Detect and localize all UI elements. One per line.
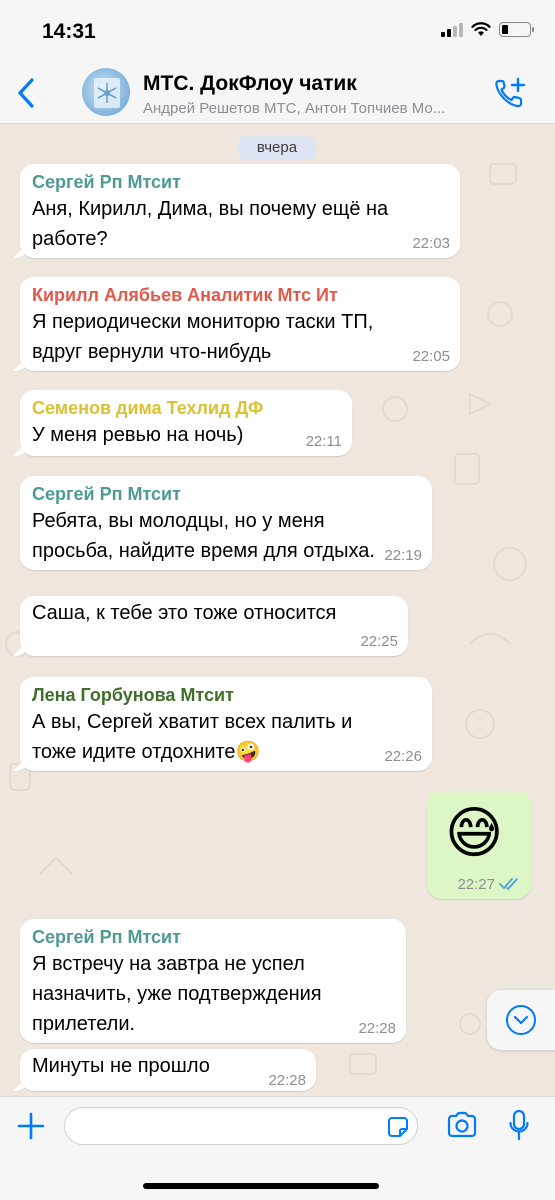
message-time: 22:28 [358,1020,396,1037]
sticker-icon [388,1117,408,1137]
chevron-down-circle-icon [506,1005,536,1035]
chat-title[interactable]: МТС. ДокФлоу чатик [143,72,357,96]
message-bubble[interactable]: Семенов дима Техлид ДФ У меня ревью на н… [20,390,352,456]
message-text: Саша, к тебе это тоже относится [32,602,337,624]
wifi-icon [471,22,491,36]
message-text: У меня ревью на ночь) [32,424,244,446]
scroll-to-bottom-button[interactable] [487,990,555,1050]
message-emoji: 😅 [445,801,504,864]
home-indicator[interactable] [143,1183,379,1189]
message-bubble-outgoing[interactable]: 😅 22:27 [427,791,531,899]
back-button[interactable] [14,76,40,110]
message-sender[interactable]: Сергей Рп Мтсит [32,927,181,948]
message-sender[interactable]: Сергей Рп Мтсит [32,484,181,505]
message-bubble[interactable]: Сергей Рп Мтсит Аня, Кирилл, Дима, вы по… [20,164,460,258]
date-divider: вчера [238,136,316,160]
message-bubble[interactable]: Минуты не прошло 22:28 [20,1049,316,1091]
message-time: 22:27 [457,876,495,893]
message-input-bar [0,1096,555,1200]
chat-area[interactable]: вчера Сергей Рп Мтсит Аня, Кирилл, Дима,… [0,124,555,1096]
camera-button[interactable] [446,1111,478,1139]
message-text: А вы, Сергей хватит всех палить и тоже и… [32,711,353,763]
message-bubble[interactable]: Сергей Рп Мтсит Ребята, вы молодцы, но у… [20,476,432,570]
message-text: Я встречу на завтра не успел назначить, … [32,953,322,1035]
status-bar: 14:31 [0,0,555,62]
camera-icon [447,1111,477,1138]
phone-plus-icon [495,77,526,108]
message-time: 22:03 [412,235,450,252]
status-icons [441,22,534,37]
message-time: 22:05 [412,348,450,365]
message-time: 22:25 [360,633,398,650]
chevron-left-icon [18,78,34,108]
message-time: 22:11 [305,433,342,450]
status-time: 14:31 [42,20,96,43]
message-text: Ребята, вы молодцы, но у меня просьба, н… [32,510,375,562]
add-call-button[interactable] [493,76,527,110]
battery-icon [499,22,534,37]
group-avatar[interactable] [82,68,130,116]
chat-members[interactable]: Андрей Решетов МТС, Антон Топчиев Мо... [143,100,483,117]
message-bubble[interactable]: Лена Горбунова Мтсит А вы, Сергей хватит… [20,677,432,771]
message-sender[interactable]: Кирилл Алябьев Аналитик Мтс Ит [32,285,338,306]
microphone-button[interactable] [509,1109,529,1141]
message-time: 22:28 [268,1072,306,1089]
double-check-icon [499,878,518,890]
message-input[interactable] [64,1107,418,1145]
cellular-signal-icon [441,22,463,37]
message-sender[interactable]: Сергей Рп Мтсит [32,172,181,193]
message-bubble[interactable]: Саша, к тебе это тоже относится 22:25 [20,596,408,656]
message-text: Я периодически мониторю таски ТП, вдруг … [32,311,374,363]
message-time: 22:19 [384,547,422,564]
message-bubble[interactable]: Кирилл Алябьев Аналитик Мтс Ит Я периоди… [20,277,460,371]
message-sender[interactable]: Лена Горбунова Мтсит [32,685,234,706]
snowflake-icon [94,78,120,108]
message-text: Минуты не прошло [32,1055,210,1077]
message-sender[interactable]: Семенов дима Техлид ДФ [32,398,263,419]
plus-icon [17,1112,45,1140]
chat-header: МТС. ДокФлоу чатик Андрей Решетов МТС, А… [0,62,555,124]
attach-button[interactable] [16,1111,46,1141]
message-time: 22:26 [384,748,422,765]
message-bubble[interactable]: Сергей Рп Мтсит Я встречу на завтра не у… [20,919,406,1043]
microphone-icon [509,1109,529,1141]
message-text: Аня, Кирилл, Дима, вы почему ещё на рабо… [32,198,389,250]
sticker-button[interactable] [387,1116,409,1138]
